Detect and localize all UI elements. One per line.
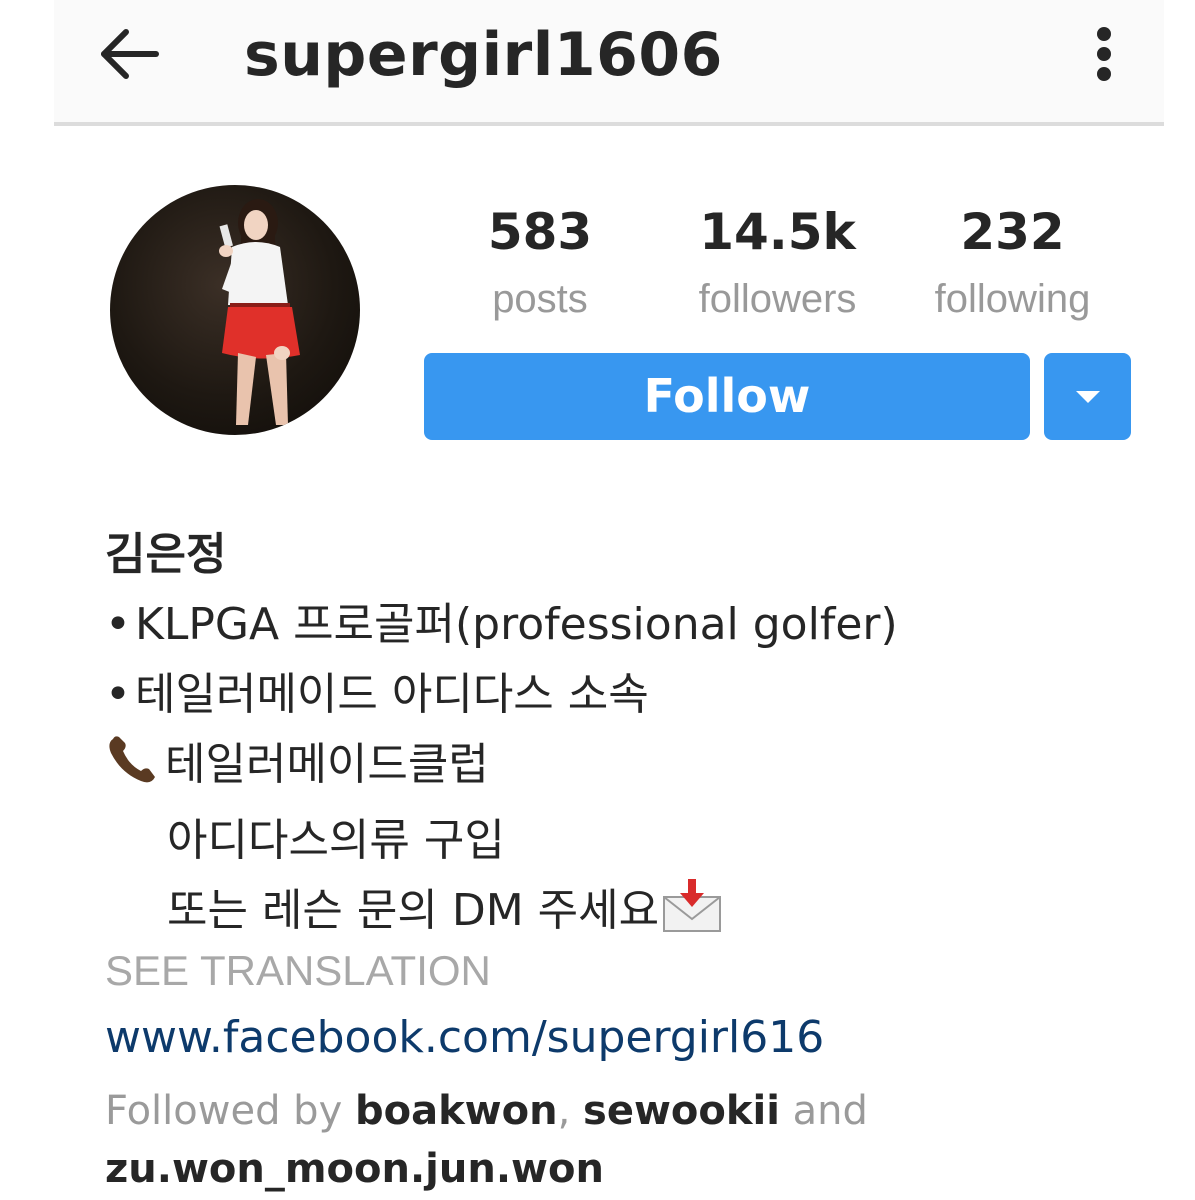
see-translation-link[interactable]: SEE TRANSLATION bbox=[105, 938, 491, 1004]
suggested-accounts-dropdown-button[interactable] bbox=[1044, 353, 1131, 440]
followers-count: 14.5k bbox=[699, 203, 856, 261]
more-vertical-icon-dot bbox=[1097, 47, 1111, 61]
bio-text: KLPGA 프로골퍼(professional golfer) bbox=[135, 599, 898, 650]
profile-page: supergirl1606 583 posts 14.5k followers … bbox=[0, 0, 1195, 1200]
separator: , bbox=[557, 1088, 584, 1134]
posts-label: posts bbox=[492, 277, 588, 321]
more-vertical-icon bbox=[1097, 27, 1111, 41]
bio-line: •테일러메이드 아디다스 소속 bbox=[105, 660, 1165, 730]
top-bar: supergirl1606 bbox=[54, 0, 1164, 126]
bio-text: 또는 레슨 문의 DM 주세요 bbox=[167, 885, 660, 936]
profile-full-name: 김은정 bbox=[105, 529, 227, 580]
bio-line: •KLPGA 프로골퍼(professional golfer) bbox=[105, 590, 1165, 660]
back-button[interactable] bbox=[98, 24, 168, 84]
arrow-left-icon bbox=[101, 29, 159, 79]
profile-bio: 김은정 •KLPGA 프로골퍼(professional golfer) •테일… bbox=[105, 520, 1165, 954]
bio-line: 아디다스의류 구입 bbox=[167, 815, 505, 866]
telephone-receiver-icon bbox=[105, 733, 161, 806]
bullet: • bbox=[105, 599, 131, 650]
profile-photo bbox=[219, 199, 300, 425]
more-options-button[interactable] bbox=[1084, 22, 1124, 88]
follow-button[interactable]: Follow bbox=[424, 353, 1030, 440]
website-link[interactable]: www.facebook.com/supergirl616 bbox=[105, 1005, 824, 1071]
profile-username-title: supergirl1606 bbox=[244, 20, 723, 90]
followed-by-prefix: Followed by bbox=[105, 1088, 355, 1134]
more-vertical-icon-dot bbox=[1097, 67, 1111, 81]
and-text: and bbox=[779, 1088, 868, 1134]
caret-down-icon bbox=[1076, 391, 1100, 403]
follower-username-link[interactable]: boakwon bbox=[355, 1088, 558, 1134]
profile-avatar[interactable] bbox=[110, 185, 360, 435]
posts-stat[interactable]: 583 posts bbox=[470, 200, 610, 334]
posts-count: 583 bbox=[487, 203, 593, 261]
followers-stat[interactable]: 14.5k followers bbox=[680, 200, 875, 334]
following-stat[interactable]: 232 following bbox=[915, 200, 1110, 334]
follower-username-link[interactable]: sewookii bbox=[583, 1088, 780, 1134]
bio-line: 테일러메이드클럽 bbox=[105, 730, 1165, 806]
bullet: • bbox=[105, 669, 131, 720]
follower-username-link[interactable]: zu.won_moon.jun.won bbox=[105, 1146, 604, 1192]
following-label: following bbox=[934, 277, 1091, 321]
bio-text: 테일러메이드클럽 bbox=[165, 739, 489, 790]
followed-by-text: Followed by boakwon, sewookii and zu.won_… bbox=[105, 1082, 1165, 1198]
following-count: 232 bbox=[960, 203, 1065, 261]
bio-text: 테일러메이드 아디다스 소속 bbox=[135, 669, 649, 720]
followers-label: followers bbox=[698, 277, 857, 321]
envelope-with-arrow-icon bbox=[661, 877, 723, 954]
